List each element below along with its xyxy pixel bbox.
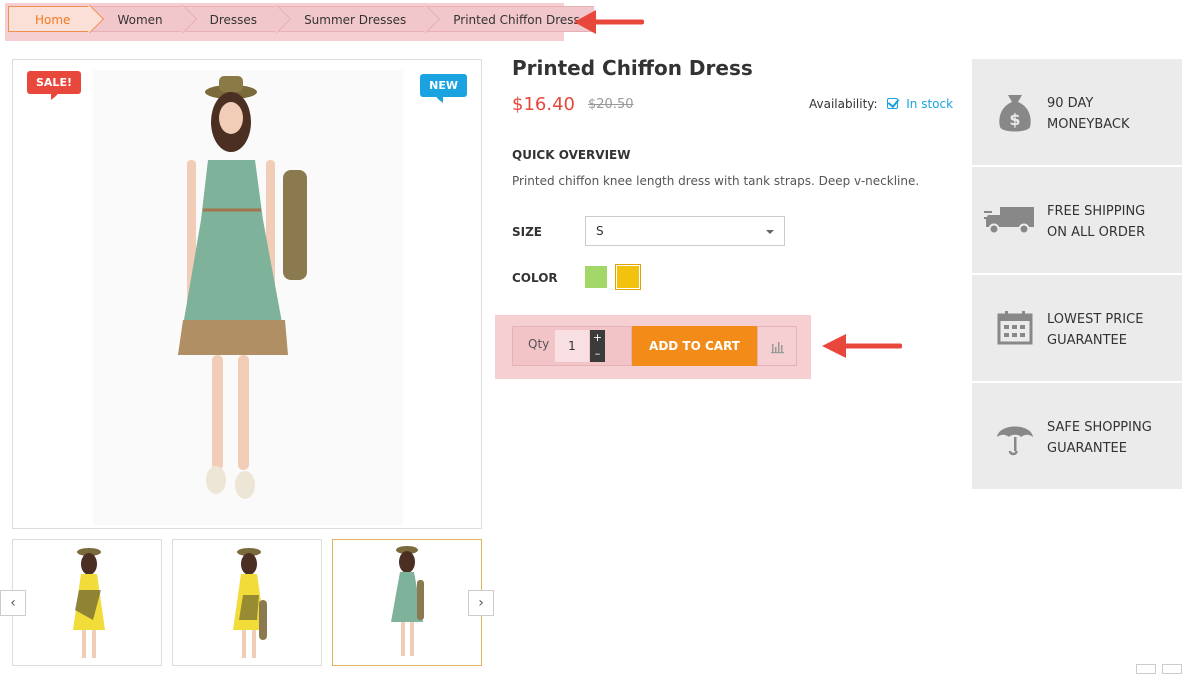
breadcrumb: Home Women Dresses Summer Dresses Printe… <box>8 6 596 32</box>
guarantee-line2: GUARANTEE <box>1047 441 1127 456</box>
product-title: Printed Chiffon Dress <box>512 56 753 80</box>
availability-value: In stock <box>906 97 954 111</box>
breadcrumb-current: Printed Chiffon Dress <box>428 6 594 32</box>
dress-model-image <box>93 70 403 525</box>
scroll-prev-button[interactable] <box>1136 664 1156 674</box>
thumbnail-prev-button[interactable]: ‹ <box>0 590 26 616</box>
add-to-cart-button[interactable]: ADD TO CART <box>632 326 757 366</box>
size-label: SIZE <box>512 225 543 239</box>
thumbnail-1[interactable] <box>12 539 162 666</box>
breadcrumb-dresses[interactable]: Dresses <box>184 6 278 32</box>
bar-chart-icon <box>771 342 784 354</box>
qty-input[interactable] <box>555 330 589 362</box>
quick-overview-text: Printed chiffon knee length dress with t… <box>512 174 920 188</box>
annotation-arrow-icon <box>574 10 644 34</box>
green-dress-thumbnail <box>391 546 424 656</box>
product-old-price: $20.50 <box>588 97 634 112</box>
umbrella-icon <box>997 426 1033 456</box>
svg-text:$: $ <box>1009 110 1020 129</box>
guarantee-line2: MONEYBACK <box>1047 117 1130 132</box>
color-swatch-green[interactable] <box>585 266 607 288</box>
caret-down-icon <box>766 230 774 234</box>
color-label: COLOR <box>512 271 558 285</box>
breadcrumb-women[interactable]: Women <box>92 6 183 32</box>
guarantee-line1: SAFE SHOPPING <box>1047 420 1152 435</box>
product-main-image[interactable]: SALE! NEW <box>12 59 482 529</box>
new-badge: NEW <box>420 74 467 103</box>
guarantee-lowest-price: LOWEST PRICE GUARANTEE <box>972 275 1182 381</box>
checkbox-checked-icon <box>887 98 899 109</box>
chevron-left-icon: ‹ <box>10 595 16 611</box>
sale-badge: SALE! <box>27 71 81 100</box>
yellow-dress-thumbnail <box>73 548 105 658</box>
product-price: $16.40 <box>512 94 575 115</box>
breadcrumb-home[interactable]: Home <box>8 6 91 32</box>
annotation-arrow-icon <box>822 334 902 358</box>
guarantee-free-shipping: FREE SHIPPING ON ALL ORDER <box>972 167 1182 273</box>
truck-icon <box>984 207 1034 235</box>
chevron-right-icon: › <box>478 595 484 611</box>
compare-button[interactable] <box>757 326 797 366</box>
qty-label: Qty <box>528 337 550 351</box>
guarantee-line1: FREE SHIPPING <box>1047 204 1146 219</box>
scroll-next-button[interactable] <box>1162 664 1182 674</box>
availability-label: Availability: <box>809 97 878 111</box>
breadcrumb-summer-dresses[interactable]: Summer Dresses <box>279 6 427 32</box>
yellow-dress-side-thumbnail <box>233 548 267 658</box>
qty-stepper: + – <box>590 330 605 362</box>
calendar-icon <box>997 311 1033 345</box>
guarantee-line1: 90 DAY <box>1047 96 1094 111</box>
color-swatch-yellow[interactable] <box>615 264 641 290</box>
thumbnail-next-button[interactable]: › <box>468 590 494 616</box>
guarantee-panel: $ 90 DAY MONEYBACK FREE SHIPPING ON ALL OR… <box>972 59 1182 490</box>
guarantee-line2: ON ALL ORDER <box>1047 225 1146 240</box>
guarantee-moneyback: $ 90 DAY MONEYBACK <box>972 59 1182 165</box>
availability: Availability: In stock <box>809 97 953 111</box>
thumbnail-3[interactable] <box>332 539 482 666</box>
size-select-value: S <box>596 224 604 238</box>
qty-increment-button[interactable]: + <box>590 330 605 346</box>
size-select[interactable]: S <box>585 216 785 246</box>
guarantee-line1: LOWEST PRICE <box>1047 312 1144 327</box>
money-bag-icon: $ <box>999 95 1031 132</box>
guarantee-safe-shopping: SAFE SHOPPING GUARANTEE <box>972 383 1182 489</box>
thumbnail-2[interactable] <box>172 539 322 666</box>
guarantee-line2: GUARANTEE <box>1047 333 1127 348</box>
quick-overview-heading: QUICK OVERVIEW <box>512 148 631 162</box>
qty-decrement-button[interactable]: – <box>590 346 605 362</box>
